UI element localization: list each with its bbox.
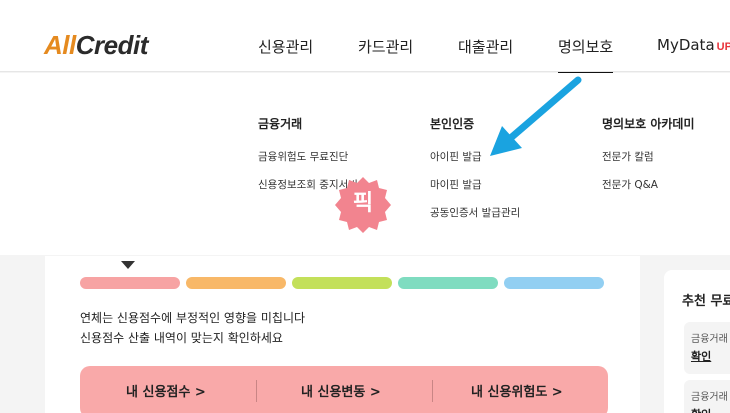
nav-card-management[interactable]: 카드관리 — [358, 36, 413, 57]
nav-loan-management[interactable]: 대출관리 — [458, 36, 513, 57]
my-credit-change-button[interactable]: 내 신용변동 > — [301, 381, 381, 400]
link-expert-column[interactable]: 전문가 칼럼 — [602, 149, 695, 164]
action-divider — [256, 380, 257, 402]
score-marker-icon — [121, 261, 135, 269]
nav-mydata-label: MyData — [657, 36, 715, 54]
nav-credit-management[interactable]: 신용관리 — [258, 36, 313, 57]
up-badge: UP — [716, 41, 730, 53]
score-bar-3 — [292, 277, 392, 289]
top-utility-text: · · — [708, 0, 718, 3]
my-credit-score-button[interactable]: 내 신용점수 > — [126, 381, 206, 400]
link-joint-certificate[interactable]: 공동인증서 발급관리 — [430, 205, 520, 220]
side-panel-item[interactable]: 금융거래 확인 — [684, 380, 730, 413]
recommended-free-panel: 추천 무료 금융거래 확인 금융거래 확인 — [664, 270, 730, 413]
logo-credit: Credit — [75, 30, 149, 60]
annotation-arrow-icon — [490, 76, 582, 156]
pick-sticker: 픽 — [333, 175, 393, 235]
side-item-value[interactable]: 확인 — [691, 406, 711, 413]
description-line-2: 신용점수 산출 내역이 맞는지 확인하세요 — [80, 331, 283, 345]
side-item-label: 금융거래 — [691, 392, 728, 403]
dropdown-column-academy: 명의보호 아카데미 전문가 칼럼 전문가 Q&A — [602, 115, 695, 205]
side-panel-title: 추천 무료 — [682, 294, 730, 309]
score-description: 연체는 신용점수에 부정적인 영향을 미칩니다 신용점수 산출 내역이 맞는지 … — [80, 308, 305, 348]
score-bar-1 — [80, 277, 180, 289]
site-header: AllCredit · · 신용관리 카드관리 대출관리 명의보호 MyData… — [0, 0, 730, 75]
side-item-label: 금융거래 — [691, 334, 728, 345]
dropdown-heading-academy: 명의보호 아카데미 — [602, 117, 695, 131]
score-bar-5 — [504, 277, 604, 289]
sticker-text: 픽 — [352, 191, 374, 216]
side-panel-item[interactable]: 금융거래 확인 — [684, 322, 730, 374]
link-financial-risk-check[interactable]: 금융위험도 무료진단 — [258, 149, 368, 164]
description-line-1: 연체는 신용점수에 부정적인 영향을 미칩니다 — [80, 311, 306, 325]
link-expert-qna[interactable]: 전문가 Q&A — [602, 177, 695, 192]
dropdown-heading-finance: 금융거래 — [258, 117, 303, 131]
logo-all: All — [44, 30, 76, 60]
nav-mydata[interactable]: MyData UP — [657, 36, 730, 54]
score-bar-2 — [186, 277, 286, 289]
my-credit-risk-button[interactable]: 내 신용위험도 > — [471, 381, 563, 400]
allcredit-logo[interactable]: AllCredit — [44, 30, 148, 61]
side-item-value[interactable]: 확인 — [691, 348, 711, 364]
link-mypin-issue[interactable]: 마이핀 발급 — [430, 177, 520, 192]
action-divider — [432, 380, 433, 402]
credit-action-bar: 내 신용점수 > 내 신용변동 > 내 신용위험도 > — [80, 366, 608, 413]
score-bar-4 — [398, 277, 498, 289]
